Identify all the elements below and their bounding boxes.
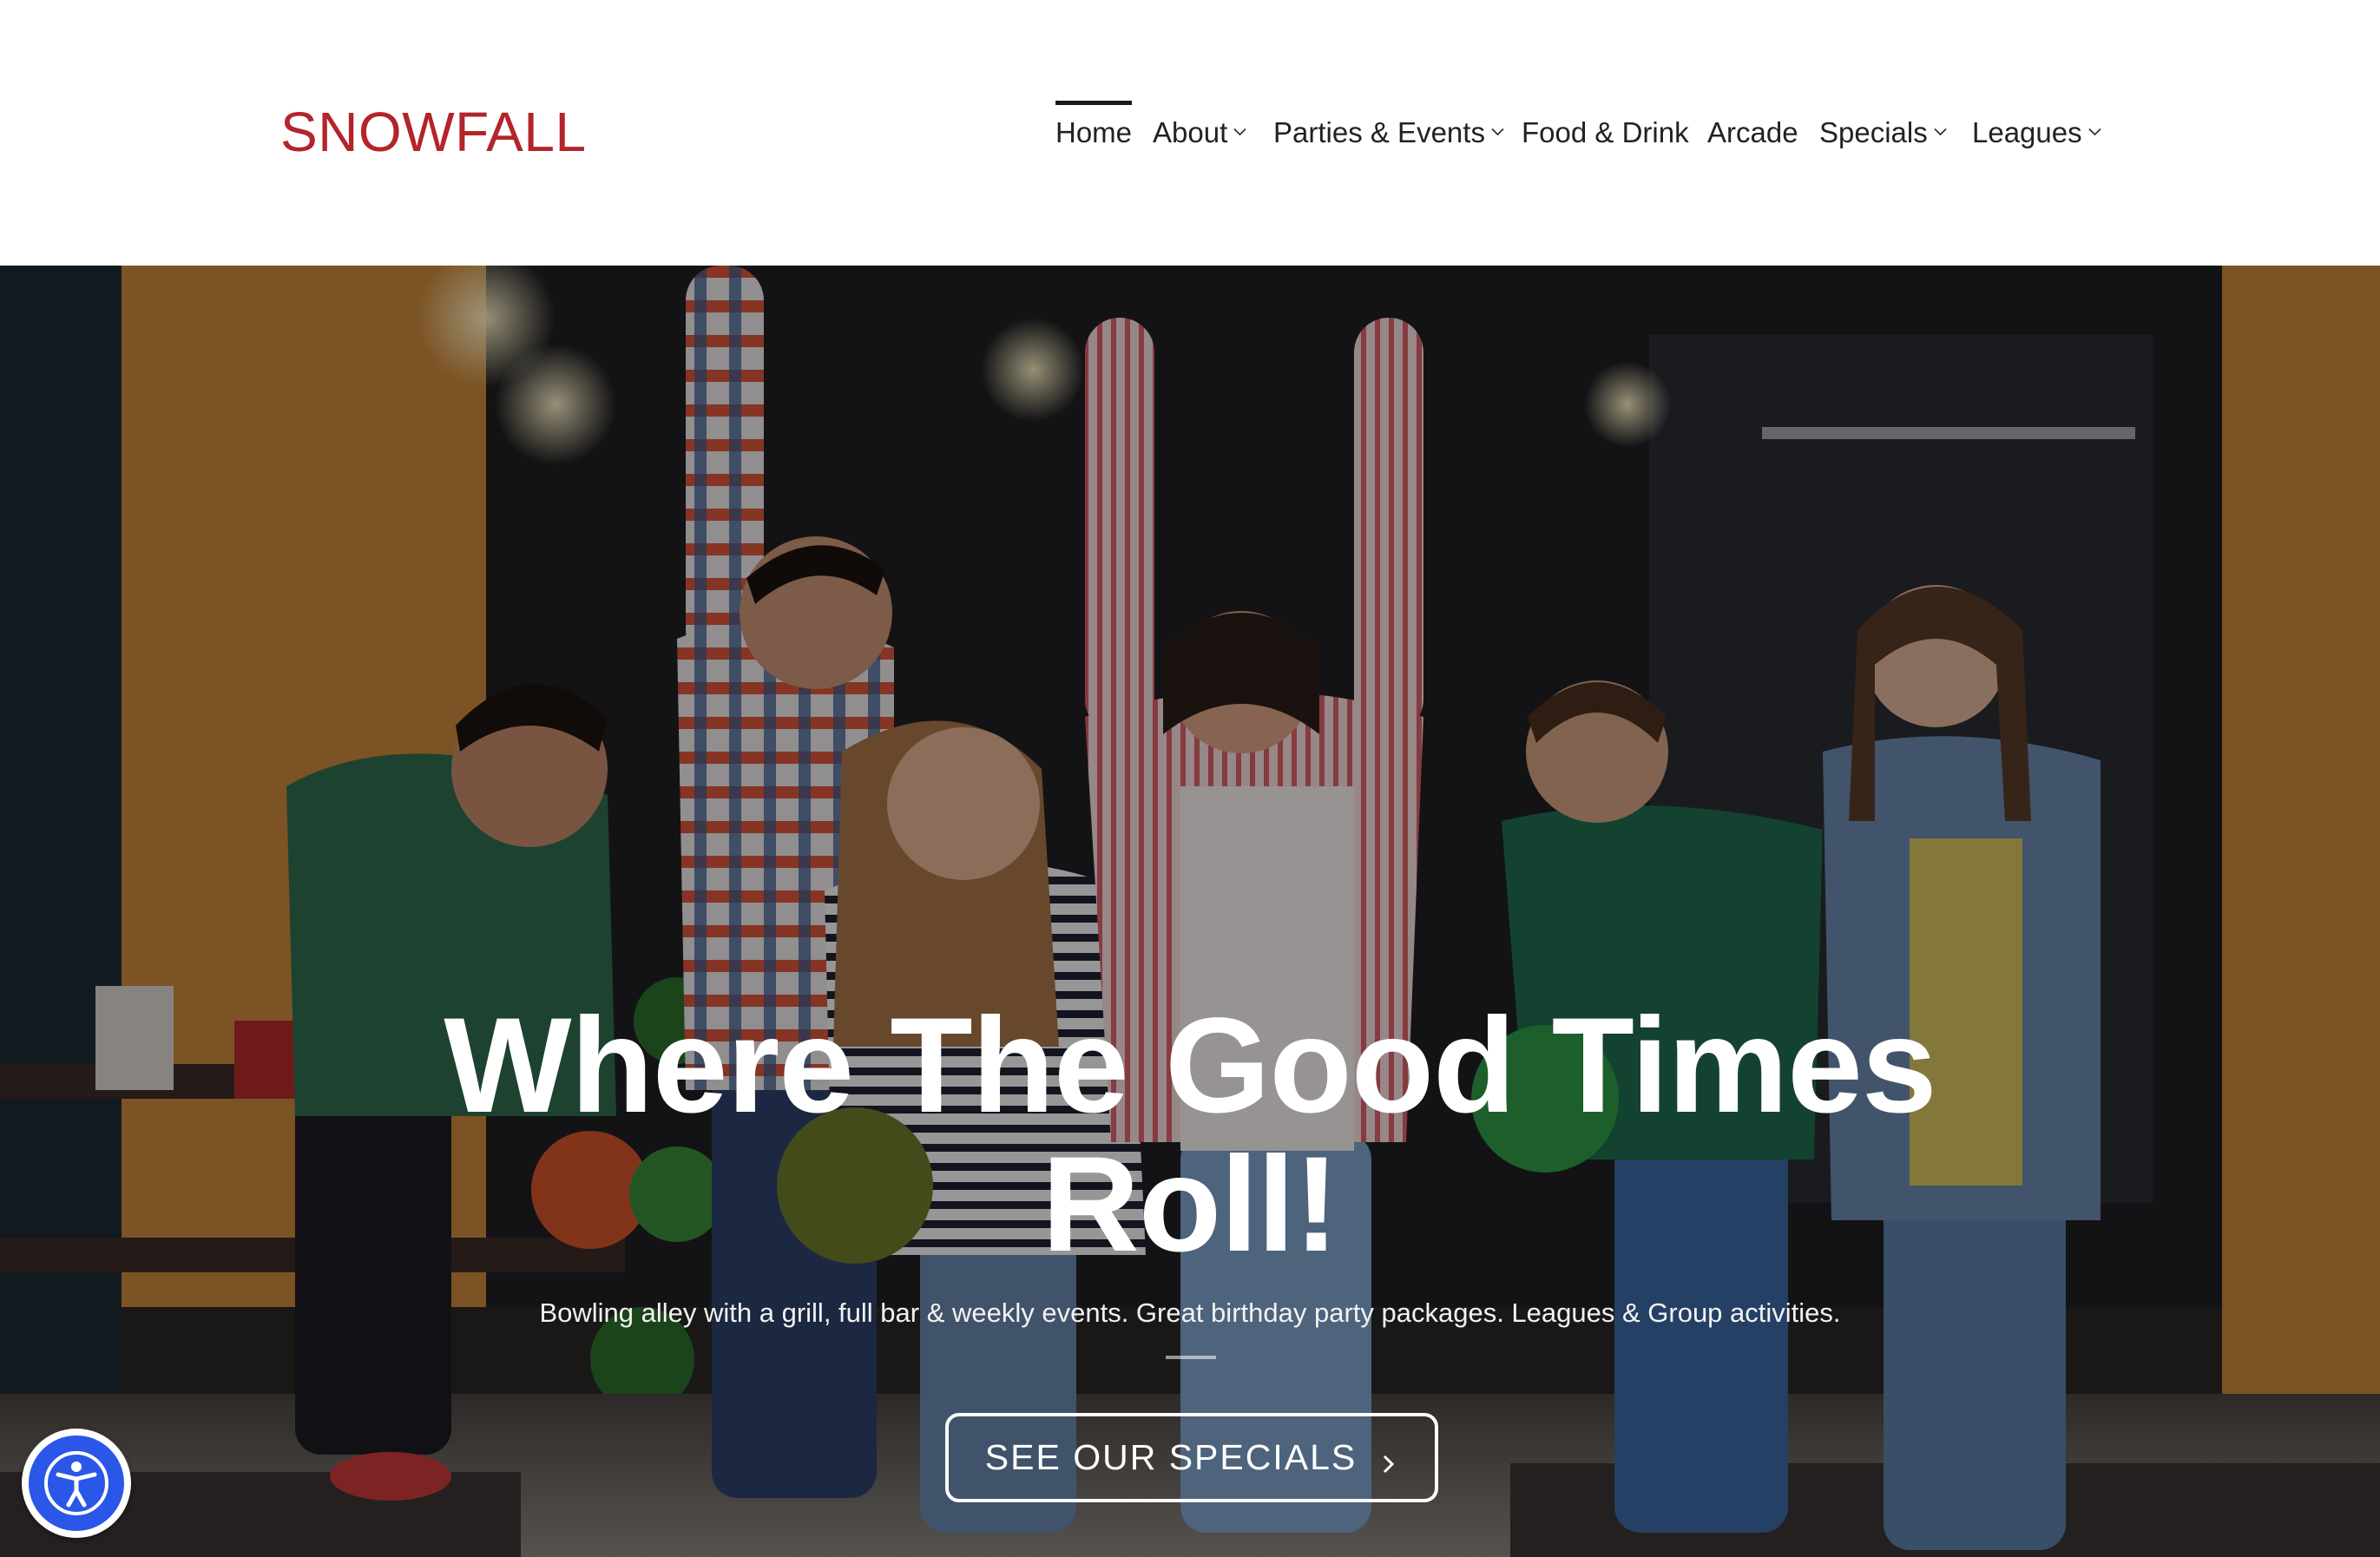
main-nav: Home About Parties & Events Food & Drink… — [1042, 95, 2380, 170]
accessibility-person-icon — [29, 1435, 124, 1531]
hero-divider — [1166, 1356, 1216, 1359]
chevron-down-icon — [1490, 124, 1505, 139]
nav-item-specials[interactable]: Specials — [1819, 95, 1948, 170]
hero-title-line2: Roll! — [1042, 1129, 1339, 1280]
nav-item-about[interactable]: About — [1153, 95, 1247, 170]
hero-section: Where The Good Times Roll! Bowling alley… — [0, 266, 2380, 1557]
nav-item-label: Specials — [1819, 116, 1928, 148]
accessibility-button[interactable] — [22, 1429, 131, 1538]
see-our-specials-button[interactable]: SEE OUR SPECIALS — [945, 1413, 1438, 1502]
nav-item-label: Home — [1055, 116, 1133, 148]
nav-item-label: Food & Drink — [1522, 116, 1689, 148]
nav-item-label: Arcade — [1707, 116, 1798, 148]
nav-item-home[interactable]: Home — [1055, 95, 1133, 170]
cta-label: SEE OUR SPECIALS — [984, 1437, 1358, 1477]
chevron-down-icon — [2087, 124, 2102, 139]
site-logo[interactable]: SNOWFALL — [280, 97, 587, 167]
site-header: SNOWFALL Home About Parties & Events Foo… — [0, 0, 2380, 266]
hero-dark-overlay — [0, 266, 2380, 1557]
nav-item-label: Parties & Events — [1273, 116, 1485, 148]
nav-item-label: About — [1153, 116, 1228, 148]
nav-item-arcade[interactable]: Arcade — [1707, 95, 1798, 170]
chevron-down-icon — [1233, 124, 1247, 139]
chevron-down-icon — [1933, 124, 1948, 139]
hero-subtitle: Bowling alley with a grill, full bar & w… — [539, 1298, 1841, 1328]
hero-title: Where The Good Times Roll! — [0, 996, 2380, 1274]
nav-item-food-drink[interactable]: Food & Drink — [1522, 95, 1689, 170]
nav-item-leagues[interactable]: Leagues — [1972, 95, 2102, 170]
chevron-right-icon — [1379, 1445, 1398, 1473]
nav-item-parties-events[interactable]: Parties & Events — [1273, 95, 1505, 170]
hero-title-line1: Where The Good Times — [444, 990, 1936, 1141]
nav-item-label: Leagues — [1972, 116, 2082, 148]
